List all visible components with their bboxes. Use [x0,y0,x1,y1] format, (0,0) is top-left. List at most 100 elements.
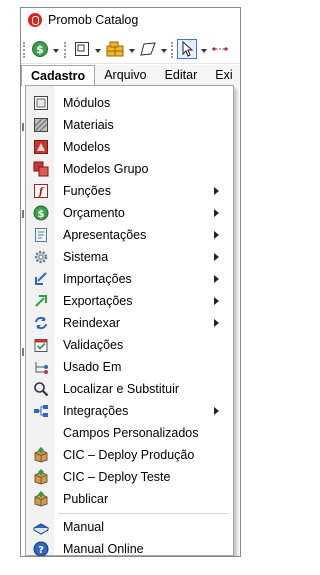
menu-item-sistema[interactable]: Sistema [26,246,233,268]
app-window: Promob Catalog $ Cadastro Arquivo Editar… [20,7,241,557]
menu-item-label: Orçamento [63,206,125,220]
menu-item-importacoes[interactable]: Importações [26,268,233,290]
submenu-arrow-icon [214,231,219,239]
menu-item-label: CIC – Deploy Produção [63,448,195,462]
ruler-icon[interactable] [210,39,230,59]
menu-item-label: Materiais [63,118,114,132]
menu-item-manual[interactable]: Manual [26,516,233,538]
menu-item-label: Usado Em [63,360,122,374]
find-replace-icon [33,381,49,397]
budget-icon: $ [33,205,49,221]
toolbar-separator [64,42,67,58]
window-title: Promob Catalog [48,13,139,27]
models-icon [33,139,49,155]
toolbar: $ [21,34,240,64]
models-group-icon [33,161,49,177]
menu-item-exportacoes[interactable]: Exportações [26,290,233,312]
shape-dropdown-arrow[interactable] [161,49,167,53]
menu-item-orcamento[interactable]: $ Orçamento [26,202,233,224]
submenu-arrow-icon [214,253,219,261]
svg-text:$: $ [36,43,44,56]
layout-dropdown-arrow[interactable] [95,49,101,53]
layout-icon[interactable] [72,39,92,59]
menu-item-modelos-grupo[interactable]: Modelos Grupo [26,158,233,180]
svg-text:$: $ [38,209,45,220]
menu-arquivo[interactable]: Arquivo [95,65,155,85]
integrations-icon [33,403,49,419]
menu-cadastro[interactable]: Cadastro [21,65,96,86]
submenu-arrow-icon [214,209,219,217]
menu-item-label: Localizar e Substituir [63,382,180,396]
menu-item-label: Validações [63,338,124,352]
system-gear-icon [33,249,49,265]
export-icon [33,293,49,309]
package-icon [33,446,49,463]
functions-icon: f [33,183,49,199]
grid-icon[interactable] [105,39,125,59]
menu-item-label: Importações [63,272,132,286]
validations-icon [33,337,49,353]
toolbar-separator [171,42,174,58]
used-in-icon [33,359,49,375]
menu-item-cic-deploy-producao[interactable]: CIC – Deploy Produção [26,444,233,466]
grid-dropdown-arrow[interactable] [129,49,135,53]
menu-bar: Cadastro Arquivo Editar Exi [21,65,240,86]
toolbar-grip[interactable] [23,42,26,58]
submenu-arrow-icon [214,407,219,415]
menu-item-label: Reindexar [63,316,120,330]
modules-icon [33,95,49,111]
pointer-dropdown-arrow[interactable] [201,49,207,53]
menu-item-validacoes[interactable]: Validações [26,334,233,356]
background-window-edge [22,348,24,356]
background-window-edge [22,123,24,131]
menu-item-label: Apresentações [63,228,147,242]
package-icon [33,468,49,485]
reindex-icon [33,315,49,331]
menu-item-label: Módulos [63,96,111,110]
money-icon[interactable]: $ [30,39,50,59]
menu-item-funcoes[interactable]: f Funções [26,180,233,202]
menu-item-reindexar[interactable]: Reindexar [26,312,233,334]
menu-item-label: Modelos [63,140,111,154]
menu-item-modelos[interactable]: Modelos [26,136,233,158]
menu-item-label: Campos Personalizados [63,426,199,440]
presentations-icon [33,227,49,243]
submenu-arrow-icon [214,319,219,327]
package-icon [33,490,49,507]
menu-item-publicar[interactable]: Publicar [26,488,233,510]
menu-item-integracoes[interactable]: Integrações [26,400,233,422]
menu-item-label: Funções [63,184,111,198]
menu-item-label: Sistema [63,250,109,264]
menu-item-label: Publicar [63,492,109,506]
menu-item-modulos[interactable]: Módulos [26,92,233,114]
promob-logo-icon [28,13,42,27]
money-dropdown-arrow[interactable] [53,49,59,53]
menu-item-cic-deploy-teste[interactable]: CIC – Deploy Teste [26,466,233,488]
menu-divider [58,513,229,514]
menu-item-label: Integrações [63,404,129,418]
cadastro-dropdown-menu: Módulos Materiais Modelos Modelos Grupo [25,85,234,556]
menu-item-campos-personalizados[interactable]: Campos Personalizados [26,422,233,444]
menu-item-materiais[interactable]: Materiais [26,114,233,136]
menu-item-label: Modelos Grupo [63,162,149,176]
menu-item-label: CIC – Deploy Teste [63,470,171,484]
menu-item-label: Exportações [63,294,133,308]
menu-item-usado-em[interactable]: Usado Em [26,356,233,378]
menu-exibir[interactable]: Exi [206,65,240,85]
title-bar: Promob Catalog [21,8,240,32]
menu-item-apresentacoes[interactable]: Apresentações [26,224,233,246]
help-icon: ? [33,541,49,556]
submenu-arrow-icon [214,187,219,195]
book-icon [32,519,50,535]
submenu-arrow-icon [214,275,219,283]
import-icon [33,271,49,287]
shape-icon[interactable] [138,39,158,59]
materials-icon [33,117,49,133]
pointer-icon[interactable] [177,39,197,59]
svg-text:?: ? [38,545,44,556]
menu-editar[interactable]: Editar [156,65,207,85]
menu-item-label: Manual [63,520,104,534]
submenu-arrow-icon [214,297,219,305]
menu-item-manual-online[interactable]: ? Manual Online [26,538,233,556]
menu-item-localizar-substituir[interactable]: Localizar e Substituir [26,378,233,400]
